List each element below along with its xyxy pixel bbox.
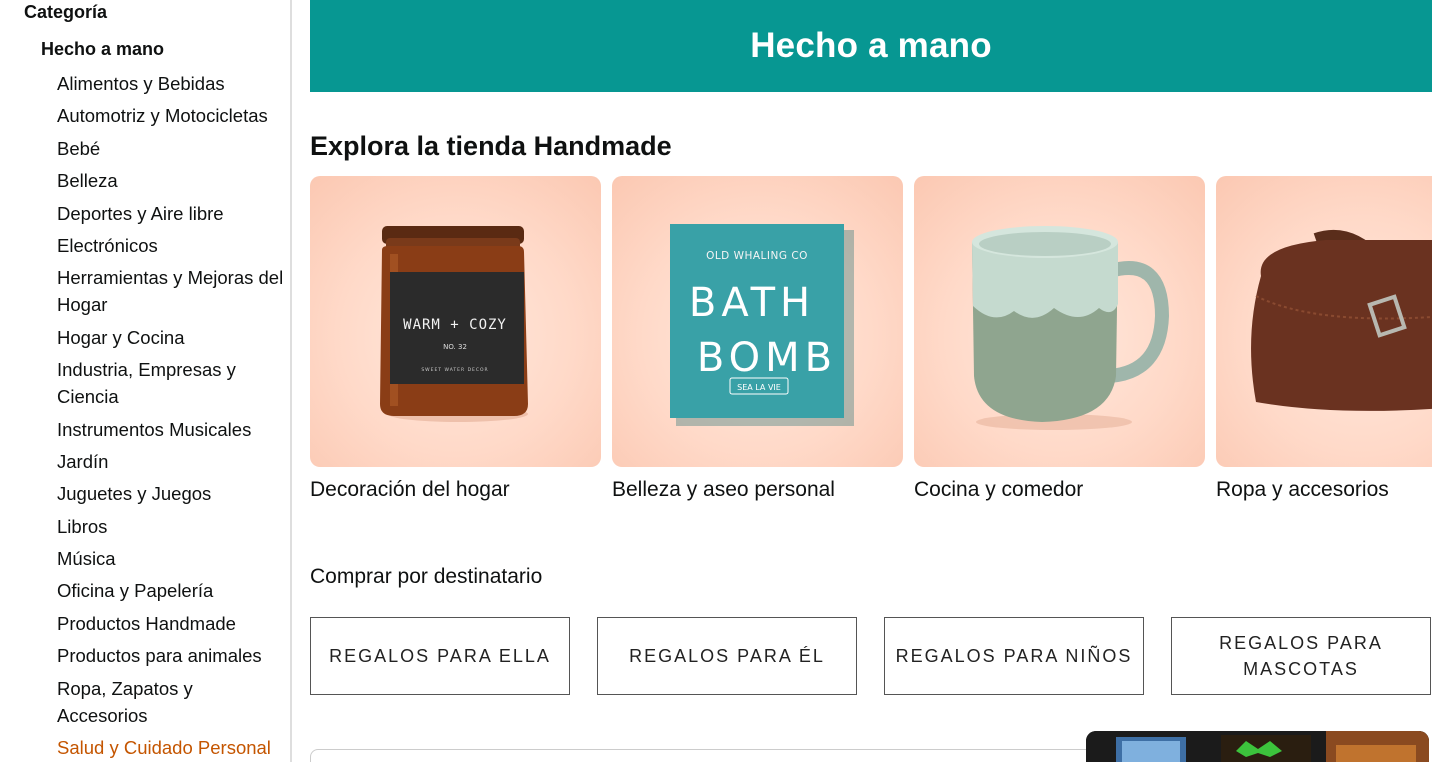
sidebar-item[interactable]: Belleza: [57, 167, 287, 194]
category-heading: Categoría: [24, 2, 108, 22]
sidebar-item-active[interactable]: Salud y Cuidado Personal: [57, 734, 287, 761]
category-tiles: WARM + COZY NO. 32 SWEET WATER DECOR Dec…: [310, 176, 1432, 506]
gifts-for-him-button[interactable]: REGALOS PARA ÉL: [597, 617, 857, 695]
sidebar-item[interactable]: Electrónicos: [57, 232, 287, 259]
sidebar-item[interactable]: Productos para animales: [57, 642, 287, 669]
tile-home-decor[interactable]: WARM + COZY NO. 32 SWEET WATER DECOR Dec…: [310, 176, 601, 502]
sidebar-item[interactable]: Ropa, Zapatos y Accesorios: [57, 675, 287, 729]
box-line-1: BATH: [689, 280, 815, 326]
tile-label[interactable]: Ropa y accesorios: [1216, 478, 1432, 502]
ceramic-mug-icon: [972, 226, 1170, 430]
sidebar-item[interactable]: Hogar y Cocina: [57, 324, 287, 351]
sidebar-item[interactable]: Herramientas y Mejoras del Hogar: [57, 264, 287, 318]
leather-bag-icon: [1251, 229, 1432, 411]
tile-label[interactable]: Cocina y comedor: [914, 478, 1205, 502]
sidebar-item[interactable]: Música: [57, 545, 287, 572]
sidebar-item[interactable]: Libros: [57, 513, 287, 540]
jar-label-bottom: SWEET WATER DECOR: [421, 367, 488, 373]
next-section-box: [310, 749, 1110, 762]
gifts-for-her-button[interactable]: REGALOS PARA ELLA: [310, 617, 570, 695]
tile-kitchen[interactable]: Cocina y comedor: [914, 176, 1205, 502]
sidebar-item[interactable]: Alimentos y Bebidas: [57, 70, 287, 97]
video-preview-icon: [1086, 731, 1429, 762]
sidebar-item[interactable]: Productos Handmade: [57, 610, 287, 637]
box-line-2: BOMB: [697, 335, 837, 381]
category-current[interactable]: Hecho a mano: [41, 39, 164, 60]
box-tag: SEA LA VIE: [737, 383, 781, 392]
sidebar-item[interactable]: Bebé: [57, 135, 287, 162]
sidebar-item[interactable]: Instrumentos Musicales: [57, 416, 287, 443]
tile-image[interactable]: [914, 176, 1205, 467]
banner-title: Hecho a mano: [750, 26, 992, 65]
sidebar-item[interactable]: Juguetes y Juegos: [57, 480, 287, 507]
sidebar-item[interactable]: Oficina y Papelería: [57, 577, 287, 604]
category-list: Alimentos y Bebidas Automotriz y Motocic…: [57, 70, 287, 762]
tile-image[interactable]: OLD WHALING CO BATH BOMB SEA LA VIE: [612, 176, 903, 467]
jar-label-mid: NO. 32: [443, 343, 467, 351]
tile-beauty[interactable]: OLD WHALING CO BATH BOMB SEA LA VIE Bell…: [612, 176, 903, 502]
jar-label-top: WARM + COZY: [403, 317, 507, 333]
hero-banner: Hecho a mano: [310, 0, 1432, 92]
floating-video-thumbnail[interactable]: [1086, 731, 1429, 762]
sidebar-item[interactable]: Deportes y Aire libre: [57, 200, 287, 227]
sidebar-item[interactable]: Jardín: [57, 448, 287, 475]
sidebar-item[interactable]: Industria, Empresas y Ciencia: [57, 356, 287, 410]
gifts-for-pets-button[interactable]: REGALOS PARA MASCOTAS: [1171, 617, 1431, 695]
box-brand: OLD WHALING CO: [706, 250, 808, 262]
tile-label[interactable]: Belleza y aseo personal: [612, 478, 903, 502]
gifts-for-kids-button[interactable]: REGALOS PARA NIÑOS: [884, 617, 1144, 695]
category-sidebar: Categoría Hecho a mano Alimentos y Bebid…: [0, 0, 292, 762]
candle-jar-icon: WARM + COZY NO. 32 SWEET WATER DECOR: [380, 226, 528, 422]
sidebar-item[interactable]: Automotriz y Motocicletas: [57, 102, 287, 129]
bath-bomb-box-icon: OLD WHALING CO BATH BOMB SEA LA VIE: [670, 224, 854, 426]
tile-image[interactable]: [1216, 176, 1432, 467]
recipient-title: Comprar por destinatario: [310, 565, 543, 588]
main-content: Hecho a mano Explora la tienda Handmade …: [310, 0, 1456, 762]
tile-clothing[interactable]: Ropa y accesorios: [1216, 176, 1432, 502]
tile-image[interactable]: WARM + COZY NO. 32 SWEET WATER DECOR: [310, 176, 601, 467]
tile-label[interactable]: Decoración del hogar: [310, 478, 601, 502]
explore-title: Explora la tienda Handmade: [310, 131, 672, 161]
